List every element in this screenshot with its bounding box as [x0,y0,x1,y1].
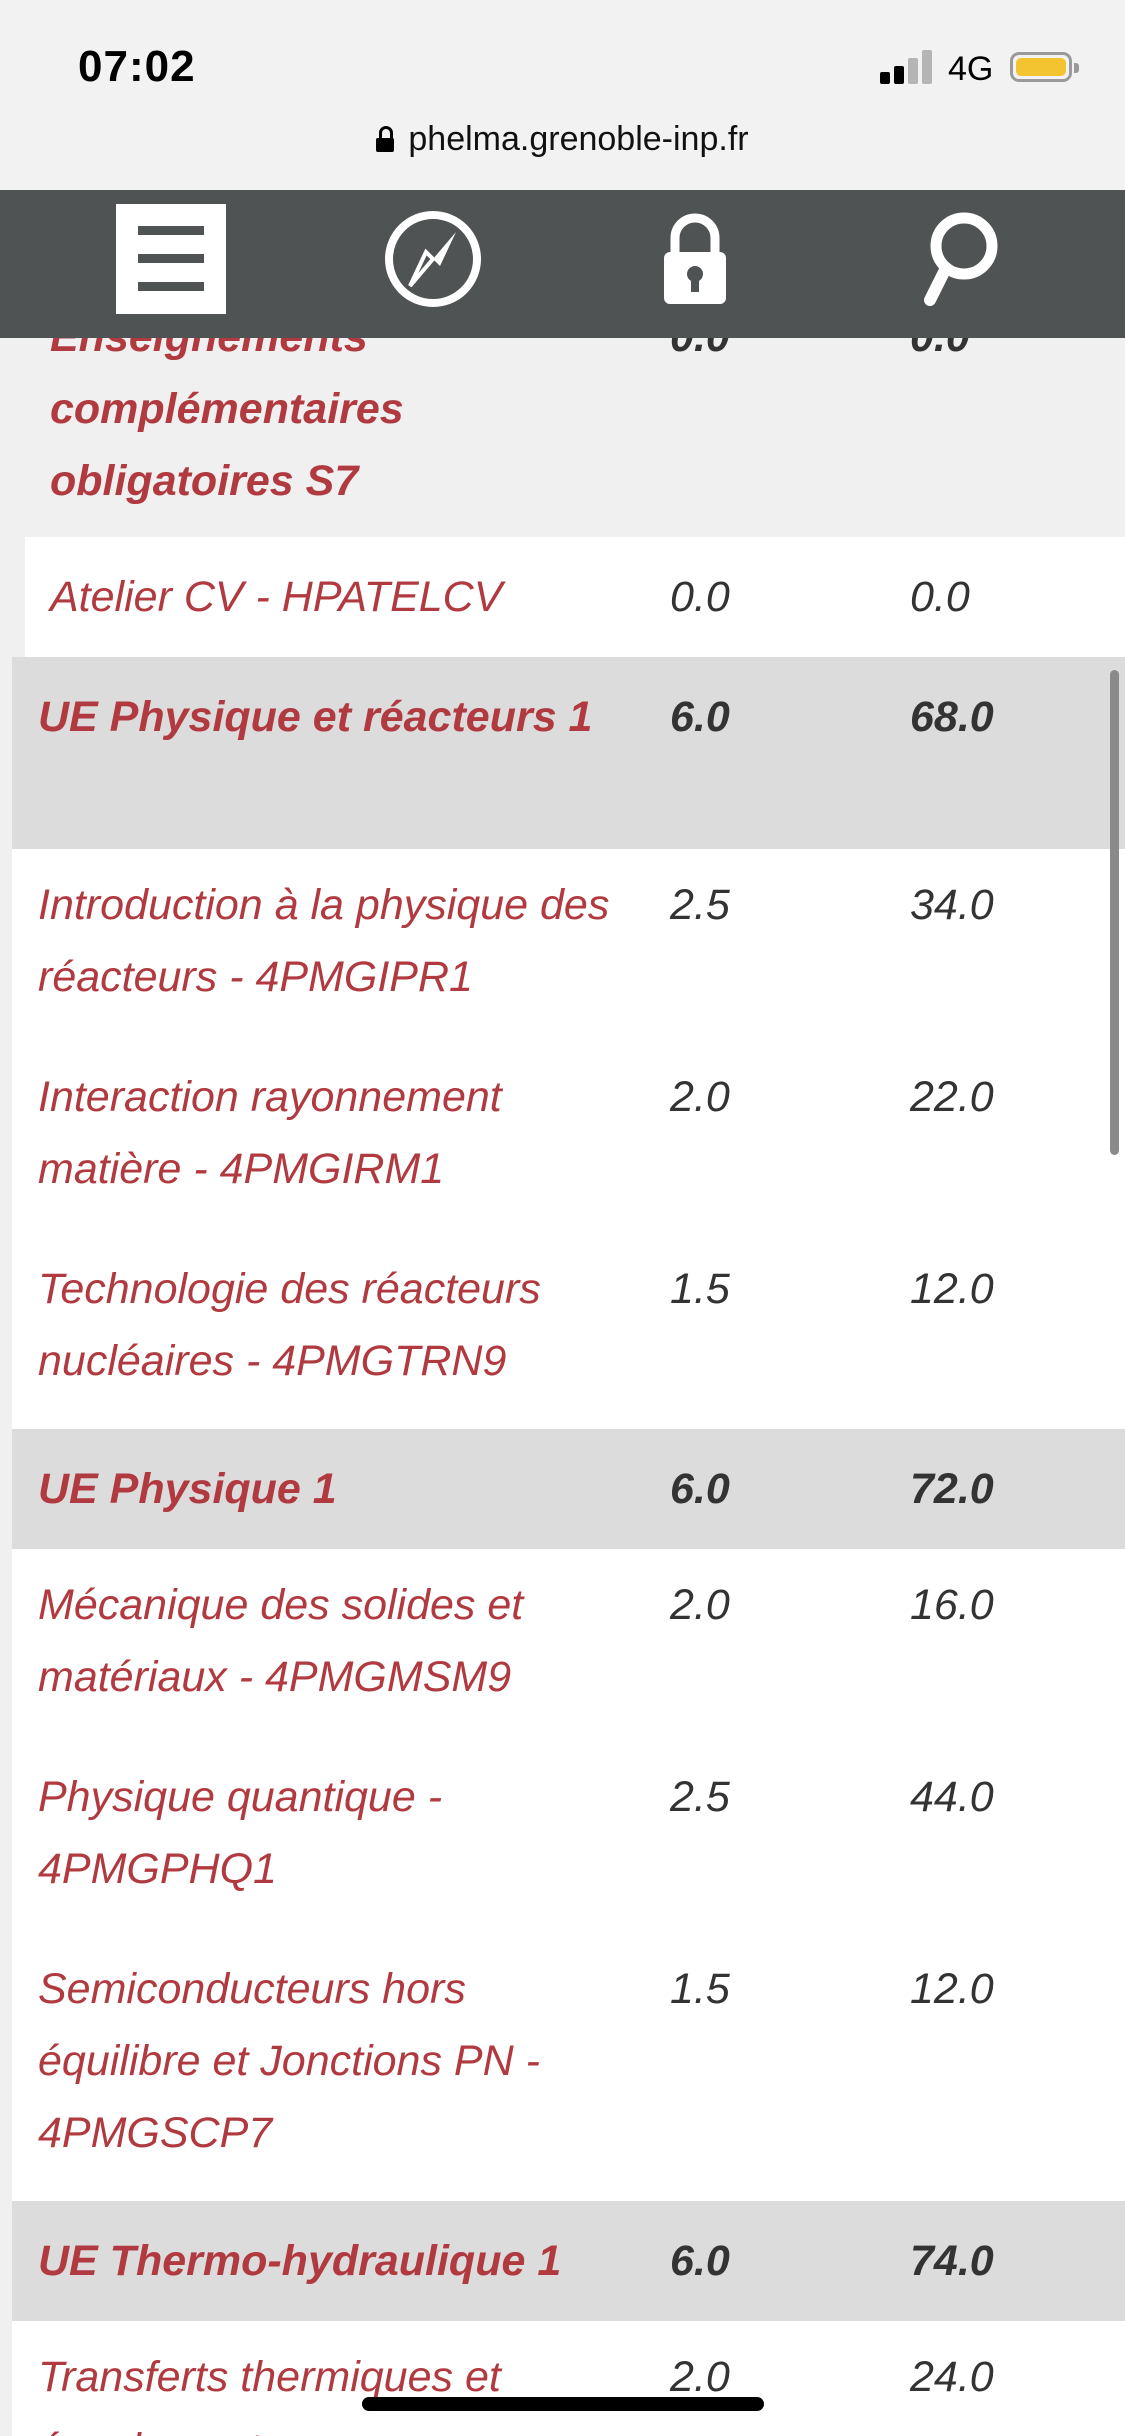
table-row: Enseignements complémentaires obligatoir… [0,325,1125,537]
clock: 07:02 [78,42,196,91]
row-hours: 34.0 [910,881,994,929]
table-row: Mécanique des solides et matériaux - 4PM… [12,1549,1125,1741]
status-bar: 07:02 4G [0,0,1125,120]
table-row: Physique quantique - 4PMGPHQ1 2.5 44.0 [12,1741,1125,1933]
row-hours: 24.0 [910,2353,994,2401]
row-credits: 6.0 [670,693,730,741]
menu-icon[interactable] [116,204,226,314]
table-row: Interaction rayonnement matière - 4PMGIR… [12,1041,1125,1233]
row-label[interactable]: Atelier CV - HPATELCV [50,561,640,633]
row-credits: 2.0 [670,1581,730,1629]
address-bar[interactable]: phelma.grenoble-inp.fr [0,110,1125,190]
lock-icon[interactable] [640,204,750,314]
row-credits: 6.0 [670,1465,730,1513]
row-hours: 16.0 [910,1581,994,1629]
table-row: Semiconducteurs hors équilibre et Joncti… [12,1933,1125,2201]
table-row: Transferts thermiques et écoulements 2.0… [12,2321,1125,2436]
site-navbar [0,190,1125,338]
course-table: Enseignements complémentaires obligatoir… [0,325,1125,2436]
row-credits: 0.0 [670,573,730,621]
row-hours: 12.0 [910,1965,994,2013]
scrollbar[interactable] [1110,670,1119,1155]
row-label[interactable]: UE Physique et réacteurs 1 [38,681,638,753]
row-label[interactable]: Interaction rayonnement matière - 4PMGIR… [38,1061,638,1205]
battery-icon [1010,52,1079,82]
home-indicator[interactable] [362,2397,764,2411]
row-label[interactable]: UE Thermo-hydraulique 1 [38,2225,648,2297]
row-hours: 72.0 [910,1465,994,1513]
table-row: UE Physique 1 6.0 72.0 [12,1429,1125,1549]
row-label[interactable]: Technologie des réacteurs nucléaires - 4… [38,1253,638,1397]
compass-icon[interactable] [378,204,488,314]
row-hours: 68.0 [910,693,994,741]
secure-lock-icon [376,126,395,152]
search-icon[interactable] [902,204,1012,314]
table-row: Atelier CV - HPATELCV 0.0 0.0 [25,537,1125,657]
row-label[interactable]: Physique quantique - 4PMGPHQ1 [38,1761,638,1905]
row-hours: 44.0 [910,1773,994,1821]
row-credits: 1.5 [670,1265,730,1313]
row-hours: 0.0 [910,573,970,621]
table-row: UE Physique et réacteurs 1 6.0 68.0 [12,657,1125,849]
row-credits: 6.0 [670,2237,730,2285]
row-hours: 22.0 [910,1073,994,1121]
row-credits: 2.0 [670,1073,730,1121]
row-label: Enseignements complémentaires obligatoir… [50,325,404,505]
table-row: Introduction à la physique des réacteurs… [12,849,1125,1041]
row-label[interactable]: Mécanique des solides et matériaux - 4PM… [38,1569,638,1713]
row-credits: 2.5 [670,881,730,929]
table-row: UE Thermo-hydraulique 1 6.0 74.0 [12,2201,1125,2321]
network-type: 4G [948,50,994,88]
row-hours: 12.0 [910,1265,994,1313]
url-text: phelma.grenoble-inp.fr [408,120,749,158]
signal-icon [880,50,934,84]
row-label[interactable]: Semiconducteurs hors équilibre et Joncti… [38,1953,638,2169]
row-credits: 1.5 [670,1965,730,2013]
url-display[interactable]: phelma.grenoble-inp.fr [0,120,1125,159]
row-hours: 74.0 [910,2237,994,2285]
row-label[interactable]: UE Physique 1 [38,1453,638,1525]
table-row: Technologie des réacteurs nucléaires - 4… [12,1233,1125,1429]
row-label[interactable]: Introduction à la physique des réacteurs… [38,869,638,1013]
row-label[interactable]: Transferts thermiques et écoulements [38,2341,638,2436]
row-credits: 2.5 [670,1773,730,1821]
